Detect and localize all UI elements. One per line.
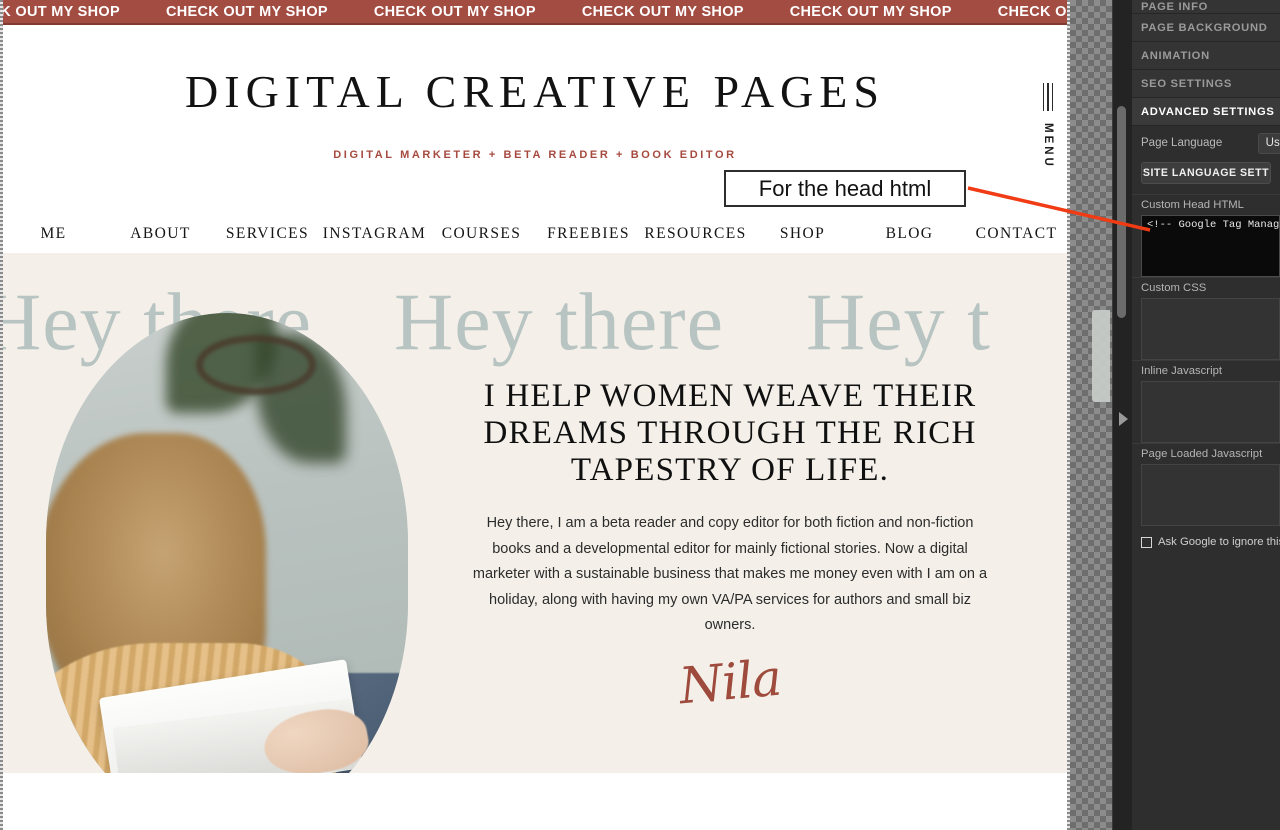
ask-google-ignore-label: Ask Google to ignore this p: [1158, 536, 1280, 548]
nav-item-shop[interactable]: SHOP: [749, 225, 856, 243]
accordion-page-info-label: PAGE INFO: [1141, 0, 1209, 13]
annotation-callout-text: For the head html: [758, 175, 932, 201]
announcement-item: CHECK OUT MY SHOP: [581, 3, 744, 20]
nav-item-blog[interactable]: BLOG: [856, 225, 963, 243]
watermark-phrase: Hey t: [806, 276, 991, 367]
site-language-settings-button[interactable]: SITE LANGUAGE SETT: [1141, 162, 1271, 184]
hero-portrait-image[interactable]: [46, 313, 408, 773]
page-loaded-javascript-input[interactable]: [1141, 464, 1280, 526]
hero-heading: I HELP WOMEN WEAVE THEIR DREAMS THROUGH …: [483, 378, 977, 488]
announcement-item: CHECK OUT MY SHOP: [789, 3, 952, 20]
watermark-phrase: Hey there: [394, 276, 724, 367]
canvas-bottom-spacer: [0, 773, 1070, 830]
accordion-seo-settings[interactable]: SEO SETTINGS: [1132, 70, 1280, 98]
accordion-seo-settings-label: SEO SETTINGS: [1141, 77, 1233, 90]
inline-javascript-label: Inline Javascript: [1132, 360, 1280, 381]
accordion-page-info[interactable]: PAGE INFO: [1132, 0, 1280, 14]
ask-google-ignore-checkbox[interactable]: [1141, 536, 1152, 548]
custom-css-label: Custom CSS: [1132, 277, 1280, 298]
accordion-page-background-label: PAGE BACKGROUND: [1141, 21, 1268, 34]
nav-item-contact[interactable]: CONTACT: [963, 225, 1070, 243]
custom-css-input[interactable]: [1141, 298, 1280, 360]
editor-vertical-scrollbar[interactable]: [1117, 106, 1126, 318]
inline-javascript-input[interactable]: [1141, 381, 1280, 443]
hero-copy: I HELP WOMEN WEAVE THEIR DREAMS THROUGH …: [450, 378, 1010, 715]
screen-root: CHECK OUT MY SHOP CHECK OUT MY SHOP CHEC…: [0, 0, 1280, 830]
announcement-item: CHECK OUT MY SHOP: [373, 3, 536, 20]
accordion-animation[interactable]: ANIMATION: [1132, 42, 1280, 70]
hero-section: Hey there Hey there Hey t I HELP WOMEN W…: [0, 253, 1070, 773]
canvas-left-edge-ruler: [0, 0, 3, 830]
brand-subtitle: DIGITAL MARKETER + BETA READER + BOOK ED…: [333, 149, 737, 161]
panel-collapse-arrow-icon[interactable]: [1119, 412, 1128, 426]
page-loaded-javascript-label: Page Loaded Javascript: [1132, 443, 1280, 464]
announcement-marquee: CHECK OUT MY SHOP CHECK OUT MY SHOP CHEC…: [0, 4, 1070, 20]
canvas-resize-handle[interactable]: [1092, 310, 1110, 402]
annotation-callout-box: For the head html: [724, 170, 966, 207]
accordion-advanced-settings-label: ADVANCED SETTINGS: [1141, 105, 1275, 118]
nav-item-instagram[interactable]: INSTAGRAM: [321, 225, 428, 243]
page-language-select[interactable]: Use Defau: [1257, 132, 1280, 154]
nav-item-about[interactable]: ABOUT: [107, 225, 214, 243]
custom-head-html-label: Custom Head HTML: [1132, 194, 1280, 215]
announcement-item: CHECK OUT MY SHOP: [0, 3, 120, 20]
advanced-settings-body: Page Language Use Defau SITE LANGUAGE SE…: [1132, 126, 1280, 548]
hamburger-icon: [1042, 83, 1054, 111]
page-language-row: Page Language Use Defau: [1132, 126, 1280, 160]
hero-paragraph: Hey there, I am a beta reader and copy e…: [472, 515, 988, 633]
brand-title: DIGITAL CREATIVE PAGES: [185, 66, 885, 117]
accordion-advanced-settings[interactable]: ADVANCED SETTINGS: [1132, 98, 1280, 126]
menu-toggle[interactable]: MENU: [1030, 83, 1066, 193]
accordion-animation-label: ANIMATION: [1141, 49, 1210, 62]
custom-head-html-input[interactable]: <!-- Google Tag Manag: [1141, 215, 1280, 277]
nav-item-resources[interactable]: RESOURCES: [642, 225, 749, 243]
menu-label: MENU: [1042, 123, 1054, 169]
nav-item-services[interactable]: SERVICES: [214, 225, 321, 243]
site-navigation: ME ABOUT SERVICES INSTAGRAM COURSES FREE…: [0, 215, 1070, 253]
nav-item-freebies[interactable]: FREEBIES: [535, 225, 642, 243]
ask-google-ignore-row[interactable]: Ask Google to ignore this p: [1132, 526, 1280, 548]
hero-signature: Nila: [676, 648, 784, 715]
page-language-label: Page Language: [1141, 137, 1223, 149]
canvas-right-edge-ruler: [1067, 0, 1070, 830]
website-preview-canvas[interactable]: CHECK OUT MY SHOP CHECK OUT MY SHOP CHEC…: [0, 0, 1070, 830]
announcement-item: CHECK OUT MY SHOP: [997, 3, 1070, 20]
accordion-page-background[interactable]: PAGE BACKGROUND: [1132, 14, 1280, 42]
canvas-gutter: [1070, 0, 1112, 830]
nav-item-courses[interactable]: COURSES: [428, 225, 535, 243]
nav-item-me[interactable]: ME: [0, 225, 107, 243]
page-settings-panel: PAGE INFO PAGE BACKGROUND ANIMATION SEO …: [1132, 0, 1280, 830]
announcement-bar[interactable]: CHECK OUT MY SHOP CHECK OUT MY SHOP CHEC…: [0, 0, 1070, 25]
announcement-item: CHECK OUT MY SHOP: [165, 3, 328, 20]
